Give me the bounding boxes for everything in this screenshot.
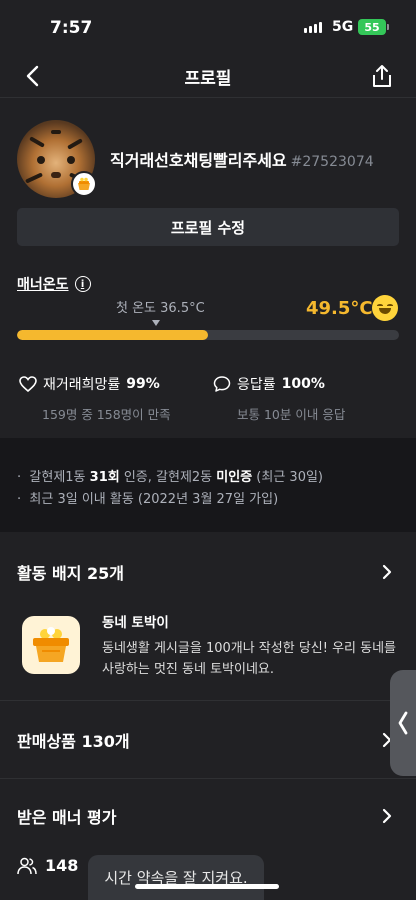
response-label: 응답률 bbox=[237, 377, 276, 393]
divider bbox=[0, 700, 416, 701]
first-temp-marker bbox=[152, 320, 160, 326]
chevron-right-icon bbox=[382, 564, 392, 580]
share-icon bbox=[373, 65, 391, 87]
auth-suffix: (최근 30일) bbox=[252, 470, 324, 485]
response-value: 100% bbox=[281, 376, 325, 392]
manner-temp-fill bbox=[17, 330, 208, 340]
activity-info: · 갈현제1동 31회 인증, 갈현제2동 미인증 (최근 30일) · 최근 … bbox=[0, 438, 416, 532]
battery-level: 55 bbox=[364, 20, 380, 34]
heart-icon bbox=[19, 376, 37, 392]
auth-prefix: 갈현제1동 bbox=[29, 470, 90, 485]
bullet: · bbox=[17, 492, 30, 507]
sales-title: 판매상품 130개 bbox=[17, 732, 130, 751]
rebuy-sub: 159명 중 158명이 만족 bbox=[42, 407, 171, 422]
profile-badge-icon bbox=[71, 171, 97, 197]
home-indicator[interactable] bbox=[135, 884, 279, 889]
auth-count: 31회 bbox=[89, 470, 120, 485]
divider bbox=[0, 778, 416, 779]
response-rate: 응답률 100% bbox=[213, 374, 325, 394]
chevron-left-icon bbox=[398, 711, 408, 735]
info-icon[interactable]: i bbox=[74, 276, 91, 292]
battery-tip bbox=[387, 24, 389, 30]
edit-profile-button[interactable]: 프로필 수정 bbox=[17, 208, 399, 246]
smile-face-icon bbox=[372, 295, 398, 321]
rebuy-label: 재거래희망률 bbox=[43, 377, 121, 393]
recent-activity: · 최근 3일 이내 활동 (2022년 3월 27일 가입) bbox=[17, 488, 278, 507]
nickname: 직거래선호채팅빨리주세요 #27523074 bbox=[110, 147, 374, 171]
status-time: 7:57 bbox=[50, 18, 93, 38]
nav-header: 프로필 bbox=[0, 54, 416, 98]
signal-icon bbox=[304, 22, 322, 33]
badges-title: 활동 배지 25개 bbox=[17, 564, 125, 583]
rebuy-value: 99% bbox=[126, 376, 160, 392]
manner-temp-value: 49.5°C bbox=[306, 298, 373, 319]
response-sub: 보통 10분 이내 응답 bbox=[237, 407, 346, 422]
reviews-section-header[interactable]: 받은 매너 평가 bbox=[0, 786, 416, 846]
nickname-text: 직거래선호채팅빨리주세요 bbox=[110, 151, 287, 170]
review-count-value: 148 bbox=[45, 856, 79, 875]
user-id: #27523074 bbox=[290, 154, 374, 170]
manner-temp-text: 매너온도 bbox=[17, 277, 69, 293]
badge-basket-icon[interactable] bbox=[22, 616, 80, 674]
review-chip[interactable]: 시간 약속을 잘 지켜요. bbox=[88, 855, 264, 900]
side-drawer-handle[interactable] bbox=[390, 670, 416, 776]
sales-section-header[interactable]: 판매상품 130개 bbox=[0, 710, 416, 770]
badge-description: 동네생활 게시글을 100개나 작성한 당신! 우리 동네를 사랑하는 멋진 동… bbox=[102, 641, 397, 677]
first-temp-label: 첫 온도 36.5°C bbox=[116, 301, 205, 316]
chat-bubble-icon bbox=[213, 376, 231, 392]
auth-mid: 인증, 갈현제2동 bbox=[119, 470, 217, 485]
share-button[interactable] bbox=[368, 62, 396, 90]
rebuy-rate: 재거래희망률 99% bbox=[19, 374, 160, 394]
page-title: 프로필 bbox=[184, 69, 232, 89]
manner-temp-bar bbox=[17, 330, 399, 340]
network-label: 5G bbox=[332, 19, 354, 35]
people-icon bbox=[17, 857, 37, 874]
bullet: · bbox=[17, 470, 30, 485]
chevron-right-icon bbox=[382, 808, 392, 824]
review-count: 148 bbox=[17, 856, 78, 875]
status-bar: 7:57 5G 55 bbox=[0, 0, 416, 54]
auth-status: 미인증 bbox=[216, 470, 253, 485]
badge-name: 동네 토박이 bbox=[102, 615, 169, 631]
recent-activity-text: 최근 3일 이내 활동 (2022년 3월 27일 가입) bbox=[29, 492, 279, 507]
neighborhood-auth: · 갈현제1동 31회 인증, 갈현제2동 미인증 (최근 30일) bbox=[17, 466, 323, 485]
badges-section-header[interactable]: 활동 배지 25개 bbox=[0, 542, 416, 602]
reviews-title: 받은 매너 평가 bbox=[17, 808, 117, 827]
battery-icon: 55 bbox=[358, 19, 386, 35]
manner-temp-label[interactable]: 매너온도 i bbox=[17, 274, 91, 294]
